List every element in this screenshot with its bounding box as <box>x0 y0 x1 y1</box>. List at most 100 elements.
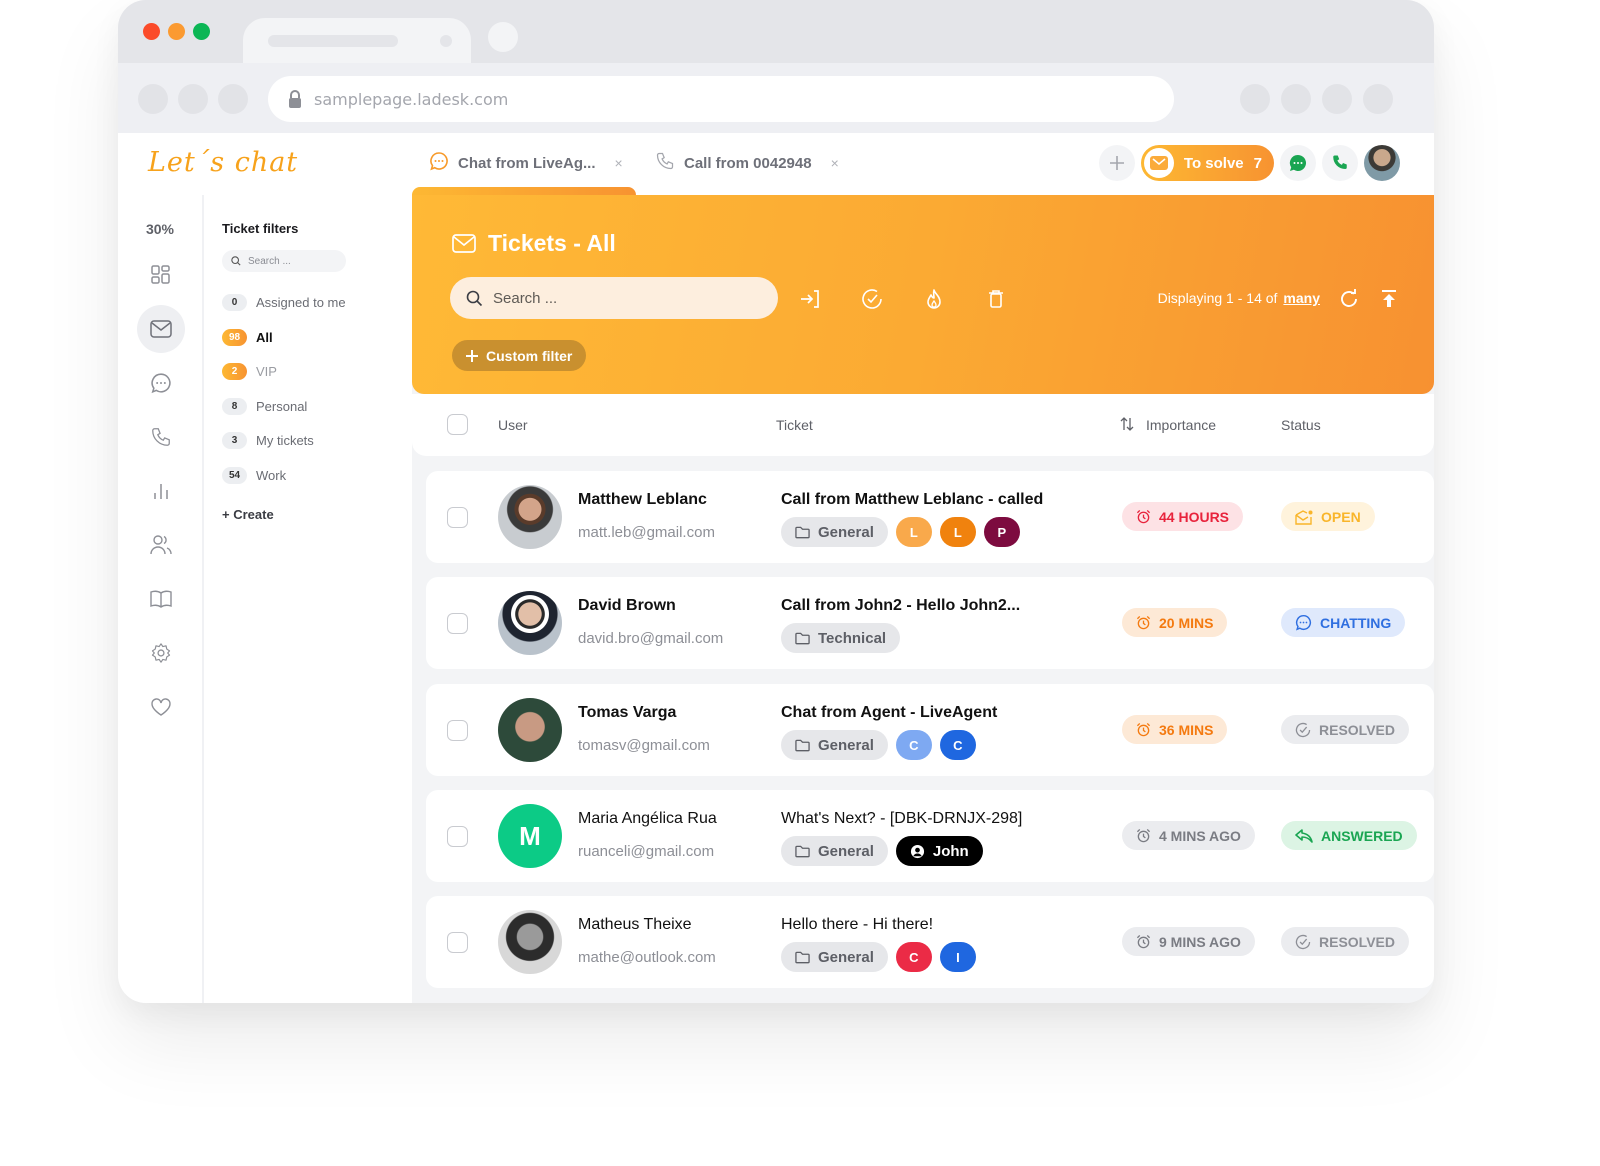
sidebar-item-chats[interactable] <box>137 359 185 407</box>
assign-to-me-button[interactable] <box>798 287 822 311</box>
new-browser-tab-button[interactable] <box>488 22 518 52</box>
tickets-main: Tickets - All Displaying 1 - 14 of many <box>412 195 1434 1003</box>
filter-work[interactable]: 54 Work <box>222 467 286 484</box>
department-tag[interactable]: General <box>781 942 888 972</box>
row-checkbox[interactable] <box>447 613 468 634</box>
address-bar[interactable]: samplepage.ladesk.com <box>268 76 1174 122</box>
department-tag[interactable]: General <box>781 730 888 760</box>
forward-button[interactable] <box>178 84 208 114</box>
ticket-subject[interactable]: Hello there - Hi there! <box>781 916 933 934</box>
create-filter-button[interactable]: + Create <box>222 507 274 522</box>
filter-assigned-to-me[interactable]: 0 Assigned to me <box>222 294 346 311</box>
custom-filter-button[interactable]: Custom filter <box>452 340 587 371</box>
call-status-button[interactable] <box>1322 145 1358 181</box>
agent-badge[interactable]: P <box>983 517 1020 547</box>
select-all-checkbox[interactable] <box>447 414 468 435</box>
extension-button[interactable] <box>1322 84 1352 114</box>
extension-button[interactable] <box>1240 84 1270 114</box>
chat-status-button[interactable] <box>1280 145 1316 181</box>
table-row[interactable]: Matthew Leblanc matt.leb@gmail.com Call fr… <box>426 471 1434 563</box>
ticket-subject[interactable]: Call from Matthew Leblanc - called <box>781 491 1043 509</box>
department-label: Technical <box>818 629 887 647</box>
filters-search-input[interactable]: Search ... <box>222 250 346 272</box>
customer-name[interactable]: Maria Angélica Rua <box>578 810 717 828</box>
agent-badge[interactable]: I <box>939 942 976 972</box>
filter-personal[interactable]: 8 Personal <box>222 398 307 415</box>
refresh-button[interactable] <box>1337 287 1361 311</box>
table-row[interactable]: Tomas Varga tomasv@gmail.com Chat from Age… <box>426 684 1434 776</box>
browser-window: samplepage.ladesk.com Let´s chat Chat fr… <box>118 0 1434 1003</box>
sidebar-item-configuration[interactable] <box>137 629 185 677</box>
column-header-ticket[interactable]: Ticket <box>776 417 813 433</box>
agent-badge[interactable]: L <box>895 517 932 547</box>
row-checkbox[interactable] <box>447 507 468 528</box>
close-window-button[interactable] <box>143 23 160 40</box>
agent-badge[interactable]: C <box>895 730 932 760</box>
table-row[interactable]: Matheus Theixe mathe@outlook.com Hello the… <box>426 896 1434 988</box>
browser-tab-strip <box>118 0 1434 64</box>
tab-chat-liveagent[interactable]: Chat from LiveAg... × <box>429 151 623 175</box>
reload-button[interactable] <box>218 84 248 114</box>
to-solve-button[interactable]: To solve 7 <box>1140 145 1274 181</box>
resolve-button[interactable] <box>860 287 884 311</box>
sidebar-item-customers[interactable] <box>137 521 185 569</box>
browser-tab-close-icon[interactable] <box>440 35 452 47</box>
check-circle-icon <box>862 289 882 309</box>
filter-count: 3 <box>222 432 247 449</box>
ticket-subject[interactable]: Chat from Agent - LiveAgent <box>781 704 997 722</box>
department-tag[interactable]: General <box>781 836 888 866</box>
customer-name[interactable]: Matthew Leblanc <box>578 491 707 509</box>
column-header-status[interactable]: Status <box>1281 417 1321 433</box>
alarm-icon <box>1136 509 1151 524</box>
ticket-subject[interactable]: Call from John2 - Hello John2... <box>781 597 1020 615</box>
sidebar-item-dashboard[interactable] <box>137 251 185 299</box>
customer-name[interactable]: David Brown <box>578 597 676 615</box>
minimize-window-button[interactable] <box>168 23 185 40</box>
tickets-search-input[interactable] <box>493 289 753 307</box>
avatar: M <box>498 804 562 868</box>
column-header-user[interactable]: User <box>498 417 528 433</box>
customer-name[interactable]: Tomas Varga <box>578 704 676 722</box>
department-tag[interactable]: General <box>781 517 888 547</box>
assignee-tag[interactable]: John <box>895 836 983 866</box>
close-tab-icon[interactable]: × <box>615 155 623 171</box>
filter-vip[interactable]: 2 VIP <box>222 363 277 380</box>
user-avatar[interactable] <box>1364 145 1400 181</box>
pagination-many-link[interactable]: many <box>1283 290 1320 306</box>
filter-all[interactable]: 98 All <box>222 329 273 346</box>
row-checkbox[interactable] <box>447 932 468 953</box>
priority-button[interactable] <box>922 287 946 311</box>
agent-badge[interactable]: C <box>939 730 976 760</box>
browser-tab[interactable] <box>243 18 471 64</box>
sidebar-item-favorites[interactable] <box>137 683 185 731</box>
row-checkbox[interactable] <box>447 826 468 847</box>
back-button[interactable] <box>138 84 168 114</box>
delete-button[interactable] <box>984 287 1008 311</box>
ticket-subject[interactable]: What's Next? - [DBK-DRNJX-298] <box>781 810 1022 828</box>
add-button[interactable] <box>1098 145 1135 181</box>
maximize-window-button[interactable] <box>193 23 210 40</box>
sidebar-item-tickets[interactable] <box>137 305 185 353</box>
sidebar-item-calls[interactable] <box>137 413 185 461</box>
tickets-search[interactable] <box>450 277 778 319</box>
agent-badge[interactable]: C <box>895 942 932 972</box>
row-checkbox[interactable] <box>447 720 468 741</box>
tab-call[interactable]: Call from 0042948 × <box>655 151 839 175</box>
close-tab-icon[interactable]: × <box>831 155 839 171</box>
heart-icon <box>151 698 171 716</box>
sidebar-item-reports[interactable] <box>137 467 185 515</box>
scroll-to-top-button[interactable] <box>1377 287 1401 311</box>
table-row[interactable]: M Maria Angélica Rua ruanceli@gmail.com Wha… <box>426 790 1434 882</box>
sidebar-item-knowledgebase[interactable] <box>137 575 185 623</box>
browser-menu-button[interactable] <box>1363 84 1393 114</box>
column-header-importance[interactable]: Importance <box>1146 417 1216 433</box>
extension-button[interactable] <box>1281 84 1311 114</box>
table-row[interactable]: David Brown david.bro@gmail.com Call from … <box>426 577 1434 669</box>
filter-my-tickets[interactable]: 3 My tickets <box>222 432 314 449</box>
active-tab-indicator <box>412 187 636 195</box>
sort-icon[interactable] <box>1120 416 1134 435</box>
agent-badge[interactable]: L <box>939 517 976 547</box>
department-tag[interactable]: Technical <box>781 623 901 653</box>
header-actions: To solve 7 <box>1098 145 1400 181</box>
customer-name[interactable]: Matheus Theixe <box>578 916 692 934</box>
